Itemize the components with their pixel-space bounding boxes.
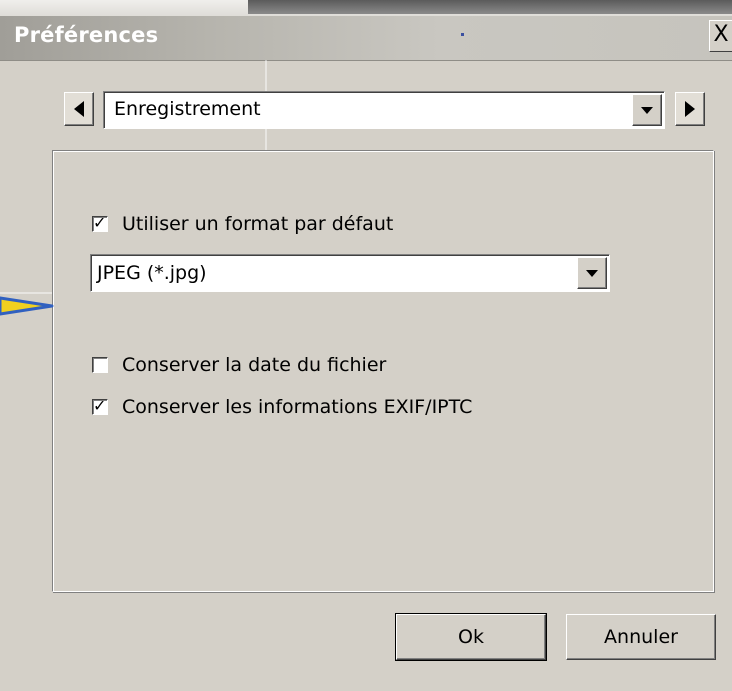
keep-exif-row[interactable]: ✓ Conserver les informations EXIF/IPTC xyxy=(92,396,472,418)
use-default-format-checkbox[interactable]: ✓ xyxy=(92,213,108,232)
format-dropdown-button[interactable] xyxy=(577,257,607,289)
section-select-value: Enregistrement xyxy=(114,98,261,120)
use-default-format-row[interactable]: ✓ Utiliser un format par défaut xyxy=(92,213,393,235)
pointer-arrow-icon xyxy=(0,296,54,316)
window-title: Préférences xyxy=(14,23,159,47)
preferences-dialog: Préférences X Enregistrement ✓ Utiliser … xyxy=(0,0,732,691)
next-section-button[interactable] xyxy=(675,92,705,126)
format-select-value: JPEG (*.jpg) xyxy=(97,262,207,284)
close-button[interactable]: X xyxy=(709,20,732,52)
keep-file-date-checkbox[interactable] xyxy=(92,357,108,373)
close-icon: X xyxy=(713,22,729,47)
chevron-down-icon xyxy=(641,106,653,114)
checkmark-icon: ✓ xyxy=(93,396,107,415)
checkmark-icon: ✓ xyxy=(93,213,107,232)
title-dot xyxy=(461,33,464,36)
title-bar[interactable]: Préférences X xyxy=(0,16,732,61)
keep-exif-label: Conserver les informations EXIF/IPTC xyxy=(122,396,473,418)
use-default-format-label: Utiliser un format par défaut xyxy=(122,213,394,235)
cancel-button[interactable]: Annuler xyxy=(566,614,716,660)
triangle-right-icon xyxy=(685,101,695,117)
keep-file-date-row[interactable]: Conserver la date du fichier xyxy=(92,354,386,376)
previous-section-button[interactable] xyxy=(64,92,94,126)
section-dropdown-button[interactable] xyxy=(632,94,662,126)
keep-file-date-label: Conserver la date du fichier xyxy=(122,354,387,376)
ok-button[interactable]: Ok xyxy=(395,613,547,661)
chevron-down-icon xyxy=(586,269,598,277)
triangle-left-icon xyxy=(74,101,84,117)
section-select[interactable]: Enregistrement xyxy=(103,91,665,129)
keep-exif-checkbox[interactable]: ✓ xyxy=(92,396,108,415)
background-window-bar xyxy=(248,0,732,14)
format-select[interactable]: JPEG (*.jpg) xyxy=(90,254,610,292)
